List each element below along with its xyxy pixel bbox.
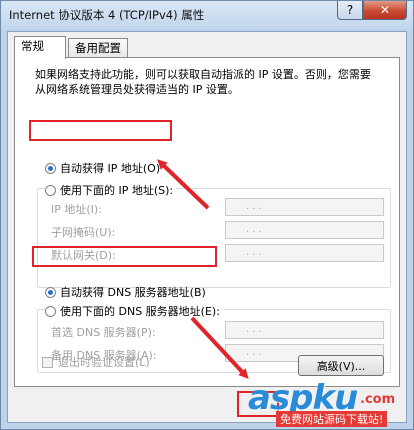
- ip-address-input[interactable]: . . .: [225, 198, 384, 216]
- radio-manual-ip-label: 使用下面的 IP 地址(S):: [60, 184, 174, 197]
- tab-general[interactable]: 常规: [14, 36, 66, 59]
- radio-selected-icon: [45, 286, 56, 298]
- preferred-dns-label: 首选 DNS 服务器(P):: [51, 326, 156, 339]
- subnet-mask-input[interactable]: . . .: [225, 221, 384, 239]
- ip-address-label: IP 地址(I):: [51, 203, 102, 216]
- highlight-auto-ip: [29, 120, 172, 141]
- watermark-subtitle: 免费网站源码下载站!: [276, 411, 388, 427]
- watermark: aspku .com 免费网站源码下载站!: [248, 378, 414, 430]
- description-text: 如果网络支持此功能，则可以获取自动指派的 IP 设置。否则，您需要从网络系统管理…: [35, 68, 371, 96]
- radio-unselected-icon: [45, 305, 56, 317]
- radio-selected-icon: [45, 162, 56, 174]
- advanced-button[interactable]: 高级(V)...: [298, 355, 384, 376]
- window-title: Internet 协议版本 4 (TCP/IPv4) 属性: [9, 8, 205, 22]
- alternate-dns-dots: . . .: [246, 347, 262, 358]
- checkbox-icon: [42, 356, 53, 368]
- radio-auto-dns[interactable]: 自动获得 DNS 服务器地址(B): [45, 284, 206, 300]
- highlight-auto-dns: [32, 246, 217, 267]
- radio-auto-dns-label: 自动获得 DNS 服务器地址(B): [60, 286, 206, 299]
- help-icon: ?: [346, 3, 354, 17]
- title-bar: Internet 协议版本 4 (TCP/IPv4) 属性 ? ✕: [1, 1, 413, 29]
- radio-auto-ip-label: 自动获得 IP 地址(O): [60, 162, 161, 175]
- tab-alternate-config[interactable]: 备用配置: [68, 38, 128, 58]
- subnet-mask-dots: . . .: [246, 224, 262, 235]
- radio-manual-dns[interactable]: 使用下面的 DNS 服务器地址(E):: [45, 303, 223, 319]
- preferred-dns-dots: . . .: [246, 324, 262, 335]
- dialog-client: 常规 备用配置 如果网络支持此功能，则可以获取自动指派的 IP 设置。否则，您需…: [7, 31, 407, 423]
- close-icon: ✕: [379, 3, 391, 17]
- ip-address-dots: . . .: [246, 201, 262, 212]
- help-button[interactable]: ?: [337, 1, 363, 20]
- default-gateway-dots: . . .: [246, 247, 262, 258]
- general-panel: 如果网络支持此功能，则可以获取自动指派的 IP 设置。否则，您需要从网络系统管理…: [14, 57, 400, 387]
- radio-manual-dns-label: 使用下面的 DNS 服务器地址(E):: [60, 305, 220, 318]
- preferred-dns-input[interactable]: . . .: [225, 321, 384, 339]
- dialog-window: Internet 协议版本 4 (TCP/IPv4) 属性 ? ✕ 常规 备用配…: [0, 0, 414, 430]
- close-button[interactable]: ✕: [363, 1, 407, 20]
- validate-on-exit-checkbox[interactable]: 退出时验证设置(L): [42, 354, 150, 370]
- validate-on-exit-label: 退出时验证设置(L): [58, 356, 150, 369]
- radio-unselected-icon: [45, 184, 56, 196]
- subnet-mask-label: 子网掩码(U):: [51, 226, 116, 239]
- watermark-tld: .com: [360, 392, 396, 407]
- default-gateway-input[interactable]: . . .: [225, 244, 384, 262]
- radio-auto-ip[interactable]: 自动获得 IP 地址(O): [45, 160, 160, 176]
- radio-manual-ip[interactable]: 使用下面的 IP 地址(S):: [45, 182, 177, 198]
